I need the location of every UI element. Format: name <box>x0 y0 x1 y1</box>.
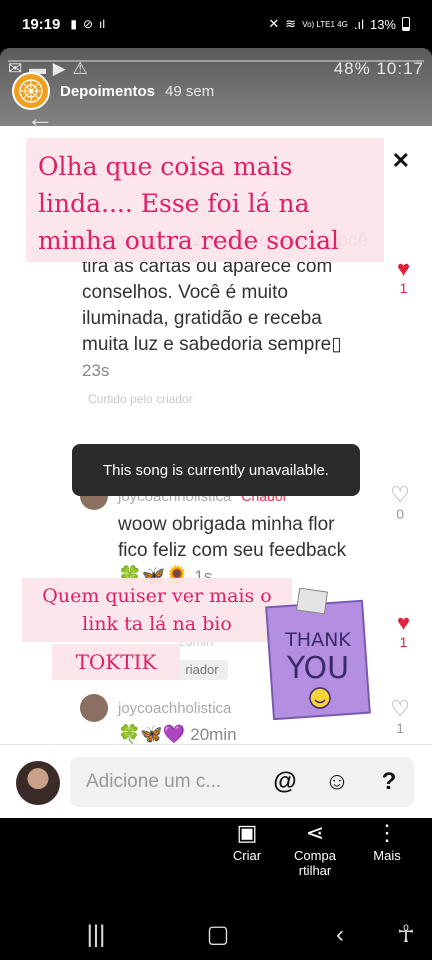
mandala-icon <box>19 79 43 103</box>
comment-placeholder: Adicione um c... <box>86 771 222 792</box>
clock: 19:19 <box>22 15 61 33</box>
more-label: Mais <box>373 848 401 863</box>
home-icon[interactable]: ▢ <box>200 920 236 950</box>
comment-input[interactable]: Adicione um c... @ ☺ ? <box>70 757 414 807</box>
heart-outline-icon: ♡ <box>390 482 410 507</box>
signal-icon: .ıl <box>353 16 364 32</box>
like-count-1: 1 <box>399 280 408 296</box>
comment-2-text: woow obrigada minha flor fico feliz com … <box>118 514 347 587</box>
like-button-4[interactable]: ♡ 1 <box>390 696 410 737</box>
back-icon[interactable]: ‹ <box>322 920 358 950</box>
wifi-icon: ≋ <box>285 16 297 31</box>
creator-pill: riador <box>176 660 228 680</box>
heart-filled-icon: ♥ <box>396 256 410 281</box>
comment-4-text: 🍀🦋💜 <box>118 724 186 744</box>
heart-filled-icon: ♥ <box>396 610 410 635</box>
my-avatar <box>16 761 60 805</box>
story-actions: ▣ Criar ⋖ Compa rtilhar ⋮ Mais <box>0 818 432 914</box>
comment-1-age: 23s <box>82 361 110 380</box>
like-button-3[interactable]: ♥ 1 <box>396 610 410 651</box>
like-count-2: 0 <box>396 506 405 522</box>
liked-by-creator: Curtido pelo criador <box>88 392 193 406</box>
sticker-word-1: THANK <box>284 629 351 651</box>
emoji-icon[interactable]: ☺ <box>322 767 352 797</box>
question-icon[interactable]: ? <box>374 767 404 797</box>
accessibility-icon[interactable]: ☥ <box>388 920 424 950</box>
toast-message: This song is currently unavailable. <box>72 444 360 496</box>
like-count-4: 1 <box>396 720 405 736</box>
heart-outline-icon: ♡ <box>390 696 410 721</box>
like-count-3: 1 <box>399 634 408 650</box>
promo-overlay: Quem quiser ver mais o link ta lá na bio <box>22 578 292 642</box>
smiley-icon <box>309 687 331 709</box>
thank-you-sticker: THANK YOU <box>265 588 371 720</box>
share-icon: ⋖ <box>305 820 325 845</box>
share-button[interactable]: ⋖ Compa rtilhar <box>286 818 344 878</box>
comment-4-age: 20min <box>190 725 237 744</box>
reply-header-2: joycoachholistica <box>80 694 231 722</box>
story-username[interactable]: Depoimentos <box>60 83 155 100</box>
headline-overlay: Olha que coisa mais linda.... Esse foi l… <box>26 138 384 262</box>
sticker-word-2: YOU <box>286 651 349 686</box>
network-label: Vo) LTE1 4G <box>302 19 348 29</box>
like-button-2[interactable]: ♡ 0 <box>390 482 410 523</box>
notification-icon: ▮ <box>70 17 77 31</box>
create-label: Criar <box>232 848 262 863</box>
create-button[interactable]: ▣ Criar <box>218 818 276 863</box>
mention-icon[interactable]: @ <box>270 767 300 797</box>
nfc-icon: ⊘ <box>82 17 94 31</box>
reels-icon: ▣ <box>236 820 258 845</box>
embedded-status-right: 48% 10:17 <box>333 59 424 78</box>
more-icon: ⋮ <box>376 820 398 845</box>
status-bar: 19:19 ▮ ⊘ ıl ✕ ≋ Vo) LTE1 4G .ıl 13% <box>0 0 432 48</box>
signal-small-icon: ıl <box>99 17 106 31</box>
navigation-bar: ||| ▢ ‹ ☥ <box>0 912 432 960</box>
close-icon[interactable]: ✕ <box>392 148 410 174</box>
brand-overlay: TOKTIK <box>52 644 180 680</box>
like-button-1[interactable]: ♥ 1 <box>396 256 410 297</box>
mute-icon: ✕ <box>268 16 280 31</box>
reply-author-2[interactable]: joycoachholistica <box>118 700 231 717</box>
battery-label: 13% <box>369 16 396 32</box>
status-right: ✕ ≋ Vo) LTE1 4G .ıl 13% <box>268 16 410 32</box>
share-label: Compa rtilhar <box>294 848 336 878</box>
comment-input-bar: Adicione um c... @ ☺ ? <box>0 744 432 818</box>
battery-icon <box>402 17 410 31</box>
comment-4: 🍀🦋💜 20min <box>118 724 237 745</box>
avatar[interactable] <box>80 694 108 722</box>
story-age: 49 sem <box>165 82 215 100</box>
recent-apps-icon[interactable]: ||| <box>78 920 114 950</box>
more-button[interactable]: ⋮ Mais <box>360 818 414 863</box>
